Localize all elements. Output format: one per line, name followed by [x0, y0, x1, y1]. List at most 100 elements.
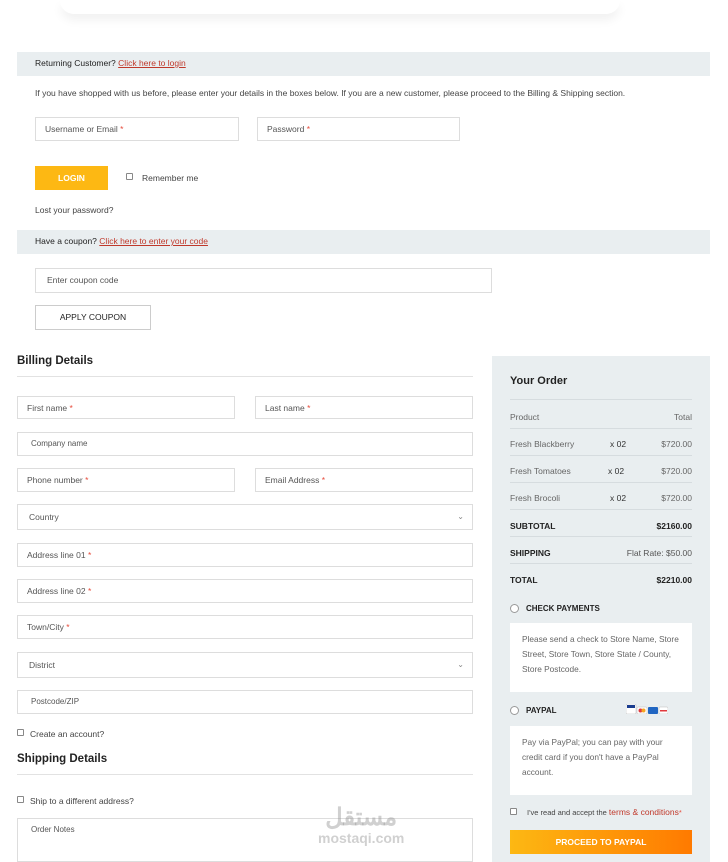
- required-mark: *: [321, 475, 326, 485]
- check-payments-description: Please send a check to Store Name, Store…: [510, 623, 692, 692]
- coupon-link[interactable]: Click here to enter your code: [99, 236, 208, 246]
- username-label: Username or Email: [45, 124, 118, 134]
- subtotal-value: $2160.00: [656, 521, 692, 531]
- total-row: TOTAL $2210.00: [510, 575, 692, 585]
- order-item-row: Fresh Tomatoes x 02 $720.00: [510, 466, 692, 476]
- terms-row: I've read and accept the terms & conditi…: [527, 807, 682, 817]
- subtotal-label: SUBTOTAL: [510, 521, 556, 531]
- shipping-value: Flat Rate: $50.00: [626, 548, 692, 558]
- terms-link[interactable]: terms & conditions: [609, 807, 679, 817]
- required-mark: *: [69, 403, 73, 413]
- remember-me-checkbox[interactable]: [126, 173, 133, 180]
- ship-different-label: Ship to a different address?: [30, 796, 134, 806]
- company-label: Company name: [31, 439, 88, 448]
- paypal-description: Pay via PayPal; you can pay with your cr…: [510, 726, 692, 795]
- phone-label: Phone number: [27, 475, 83, 485]
- first-name-field[interactable]: First name *: [17, 396, 235, 419]
- apply-coupon-button[interactable]: APPLY COUPON: [35, 305, 151, 330]
- username-field[interactable]: Username or Email *: [35, 117, 239, 141]
- order-notes-textarea[interactable]: Order Notes: [17, 818, 473, 862]
- required-mark: *: [307, 403, 311, 413]
- country-select[interactable]: Country ⌄: [17, 504, 473, 530]
- returning-customer-text: Returning Customer?: [35, 58, 116, 68]
- required-mark: *: [66, 622, 70, 632]
- coupon-notice: Have a coupon? Click here to enter your …: [17, 230, 710, 254]
- town-field[interactable]: Town/City *: [17, 615, 473, 639]
- check-payments-label: CHECK PAYMENTS: [526, 604, 600, 613]
- coupon-text: Have a coupon?: [35, 236, 97, 246]
- district-label: District: [29, 660, 55, 670]
- order-divider: [510, 455, 692, 456]
- billing-divider: [17, 376, 473, 377]
- terms-checkbox[interactable]: [510, 808, 517, 815]
- company-field[interactable]: Company name: [17, 432, 473, 456]
- shipping-row: SHIPPING Flat Rate: $50.00: [510, 548, 692, 558]
- address2-field[interactable]: Address line 02 *: [17, 579, 473, 603]
- order-notes-label: Order Notes: [31, 825, 75, 834]
- item-qty: x 02: [610, 493, 627, 503]
- subtotal-row: SUBTOTAL $2160.00: [510, 521, 692, 531]
- login-info-text: If you have shopped with us before, plea…: [35, 88, 626, 98]
- order-divider: [510, 563, 692, 564]
- item-qty: x 02: [610, 439, 627, 449]
- required-mark: *: [678, 808, 682, 817]
- order-summary-panel: Your Order Product Total Fresh Blackberr…: [492, 356, 710, 862]
- item-total: $720.00: [661, 439, 692, 449]
- password-field[interactable]: Password *: [257, 117, 460, 141]
- item-name: Fresh Blackberry: [510, 439, 575, 449]
- order-title: Your Order: [510, 375, 568, 387]
- coupon-placeholder: Enter coupon code: [47, 275, 119, 285]
- country-label: Country: [29, 512, 59, 522]
- item-qty: x 02: [608, 466, 625, 476]
- total-col-header: Total: [674, 412, 692, 422]
- postcode-field[interactable]: Postcode/ZIP: [17, 690, 473, 714]
- check-payments-radio[interactable]: [510, 604, 519, 613]
- order-divider: [510, 399, 692, 400]
- required-mark: *: [87, 550, 92, 560]
- returning-customer-notice: Returning Customer? Click here to login: [17, 52, 710, 76]
- order-divider: [510, 482, 692, 483]
- watermark-latin: mostaqi.com: [318, 830, 405, 846]
- billing-title: Billing Details: [17, 355, 94, 367]
- shipping-divider: [17, 774, 473, 775]
- password-label: Password: [267, 124, 305, 134]
- order-item-row: Fresh Blackberry x 02 $720.00: [510, 439, 692, 449]
- watermark-arabic: مستقل: [325, 804, 398, 831]
- address1-field[interactable]: Address line 01 *: [17, 543, 473, 567]
- total-value: $2210.00: [656, 575, 692, 585]
- ship-different-checkbox[interactable]: [17, 796, 24, 803]
- create-account-label: Create an account?: [30, 729, 105, 739]
- address2-label: Address line 02: [27, 586, 86, 596]
- order-divider: [510, 428, 692, 429]
- proceed-to-paypal-button[interactable]: PROCEED TO PAYPAL: [510, 830, 692, 854]
- required-mark: *: [85, 475, 89, 485]
- card-logos-icon: [626, 704, 668, 714]
- last-name-label: Last name: [265, 403, 305, 413]
- first-name-label: First name: [27, 403, 68, 413]
- coupon-input[interactable]: Enter coupon code: [35, 268, 492, 293]
- item-total: $720.00: [661, 466, 692, 476]
- chevron-down-icon: ⌄: [457, 660, 464, 669]
- product-col-header: Product: [510, 412, 540, 422]
- district-select[interactable]: District ⌄: [17, 652, 473, 678]
- phone-field[interactable]: Phone number *: [17, 468, 235, 492]
- required-mark: *: [306, 124, 311, 134]
- login-link[interactable]: Click here to login: [118, 58, 186, 68]
- order-divider: [510, 536, 692, 537]
- paypal-radio[interactable]: [510, 706, 519, 715]
- create-account-checkbox[interactable]: [17, 729, 24, 736]
- order-header-row: Product Total: [510, 412, 692, 422]
- header-shadow: [60, 0, 620, 14]
- chevron-down-icon: ⌄: [457, 512, 464, 521]
- email-label: Email Address: [265, 475, 320, 485]
- town-label: Town/City: [27, 622, 64, 632]
- lost-password-link[interactable]: Lost your password?: [35, 205, 113, 215]
- login-button[interactable]: LOGIN: [35, 166, 108, 190]
- paypal-label: PAYPAL: [526, 706, 557, 715]
- order-item-row: Fresh Brocoli x 02 $720.00: [510, 493, 692, 503]
- item-name: Fresh Brocoli: [510, 493, 561, 503]
- last-name-field[interactable]: Last name *: [255, 396, 473, 419]
- email-field[interactable]: Email Address *: [255, 468, 473, 492]
- terms-text: I've read and accept the: [527, 808, 607, 817]
- address1-label: Address line 01: [27, 550, 86, 560]
